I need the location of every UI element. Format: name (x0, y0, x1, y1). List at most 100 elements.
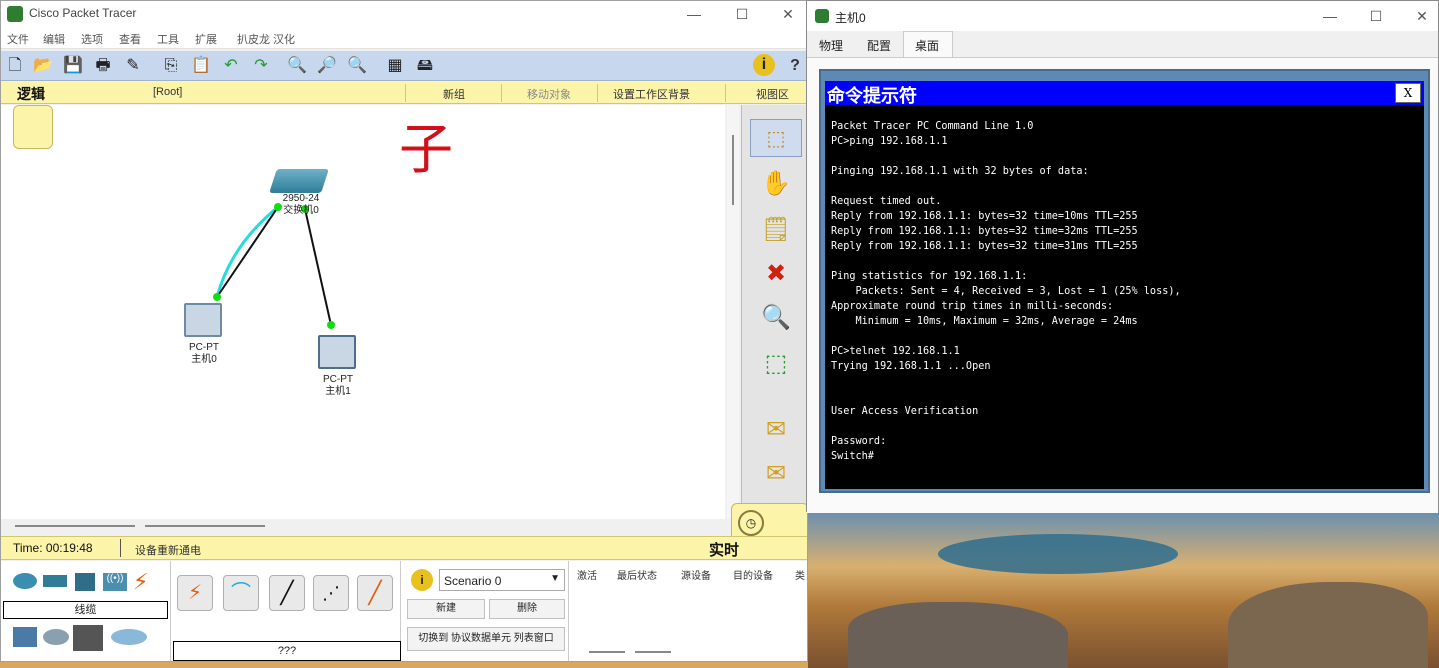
terminal-line: Reply from 192.168.1.1: bytes=32 time=31… (831, 241, 1138, 252)
menu-extensions[interactable]: 扩展 (195, 31, 217, 47)
minimize-icon[interactable]: — (1307, 3, 1353, 29)
hub-category-icon[interactable] (75, 573, 95, 591)
terminal-line: User Access Verification (831, 406, 979, 417)
console-cable-icon[interactable]: ⌒ (223, 575, 259, 611)
switch-icon[interactable] (269, 169, 329, 193)
new-icon[interactable]: 🗋 (3, 54, 27, 78)
root-label[interactable]: [Root] (153, 86, 182, 98)
app-logo-icon (7, 6, 23, 22)
connections-category-icon[interactable]: ⚡ (133, 569, 148, 595)
terminal-output[interactable]: Packet Tracer PC Command Line 1.0 PC>ping… (825, 105, 1424, 489)
move-object-button[interactable]: 移动对象 (527, 86, 571, 102)
viewport-button[interactable]: 视图区 (756, 86, 789, 102)
scroll-thumb[interactable] (15, 525, 135, 527)
wizard-icon[interactable]: ✎ (121, 54, 145, 78)
zoom-in-icon[interactable]: 🔍 (285, 54, 309, 78)
maximize-icon[interactable]: ☐ (1353, 3, 1399, 29)
switch-category-icon[interactable] (43, 575, 67, 587)
tab-physical[interactable]: 物理 (819, 37, 843, 54)
menu-localization[interactable]: 扒皮龙 汉化 (237, 31, 295, 47)
redo-icon[interactable]: ↷ (249, 54, 273, 78)
help-icon[interactable]: ? (783, 54, 807, 78)
maximize-icon[interactable]: ☐ (719, 1, 765, 27)
tab-desktop[interactable]: 桌面 (915, 37, 939, 54)
menu-tools[interactable]: 工具 (157, 31, 179, 47)
col-destination[interactable]: 目的设备 (733, 567, 773, 582)
note-icon[interactable]: 🗒 (750, 211, 802, 249)
wireless-category-icon[interactable]: ((•)) (103, 573, 127, 591)
vertical-scrollbar[interactable] (727, 105, 739, 519)
toggle-pdu-list-button[interactable]: 切换到 协议数据单元 列表窗口 (407, 627, 565, 651)
save-icon[interactable]: 💾 (61, 54, 85, 78)
cable-label: ??? (173, 641, 401, 661)
horizontal-scrollbar[interactable] (1, 519, 741, 535)
end-devices-category-icon[interactable] (13, 627, 37, 647)
logical-workspace[interactable]: 子 2950-24 交换机0 PC-PT 主机0 PC-PT 主机1 (1, 105, 725, 519)
add-simple-pdu-icon[interactable]: ✉ (750, 411, 802, 449)
straight-cable-icon[interactable]: ╱ (269, 575, 305, 611)
pc0-window: 主机0 — ☐ ✕ 物理 配置 桌面 命令提示符 X Packet Tracer… (806, 0, 1439, 513)
custom-device-icon[interactable]: 🖴 (413, 54, 437, 78)
col-last-status[interactable]: 最后状态 (617, 567, 657, 582)
pc0-name: 主机0 (191, 354, 217, 365)
open-icon[interactable]: 📂 (31, 54, 55, 78)
router-category-icon[interactable] (13, 573, 37, 589)
logic-tab-label[interactable]: 逻辑 (17, 84, 45, 104)
tab-config[interactable]: 配置 (867, 37, 891, 54)
new-scenario-button[interactable]: 新建 (407, 599, 485, 619)
pc0-icon[interactable] (184, 303, 222, 337)
workspace-bar: 逻辑 [Root] 新组 移动对象 设置工作区背景 视图区 (1, 82, 807, 104)
auto-cable-icon[interactable]: ⚡ (177, 575, 213, 611)
col-active[interactable]: 激活 (577, 567, 597, 582)
power-cycle-button[interactable]: 设备重新通电 (135, 542, 201, 558)
col-type[interactable]: 类 (795, 567, 805, 582)
cmd-title-bar-blue: 命令提示符 X (825, 81, 1424, 107)
palette-icon[interactable]: ▦ (383, 54, 407, 78)
menu-bar: 文件 编辑 选项 查看 工具 扩展 扒皮龙 汉化 (1, 27, 807, 49)
fiber-cable-icon[interactable]: ╱ (357, 575, 393, 611)
menu-edit[interactable]: 编辑 (43, 31, 65, 47)
ethernet-link-pc0[interactable] (216, 206, 279, 298)
zoom-out-icon[interactable]: 🔍 (345, 54, 369, 78)
close-icon[interactable]: ✕ (1399, 3, 1439, 29)
info-icon[interactable]: i (411, 569, 433, 591)
scroll-thumb[interactable] (732, 135, 734, 205)
copy-icon[interactable]: ⎘ (159, 54, 183, 78)
set-background-button[interactable]: 设置工作区背景 (613, 86, 690, 102)
menu-view[interactable]: 查看 (119, 31, 141, 47)
resize-icon[interactable]: ⬚ (750, 345, 802, 383)
scenario-panel: i Scenario 0 ▼ 新建 删除 切换到 协议数据单元 列表窗口 (403, 561, 569, 661)
undo-icon[interactable]: ↶ (219, 54, 243, 78)
scroll-thumb[interactable] (635, 651, 671, 653)
terminal-line: Trying 192.168.1.1 ...Open (831, 361, 991, 372)
scroll-thumb[interactable] (589, 651, 625, 653)
scroll-thumb[interactable] (145, 525, 265, 527)
scenario-select[interactable]: Scenario 0 ▼ (439, 569, 565, 591)
add-complex-pdu-icon[interactable]: ✉ (750, 455, 802, 493)
cmd-close-button[interactable]: X (1395, 83, 1421, 103)
print-icon[interactable]: 🖶 (91, 54, 115, 78)
new-cluster-button[interactable]: 新组 (443, 86, 465, 102)
wan-emulation-category-icon[interactable] (43, 629, 69, 645)
zoom-reset-icon[interactable]: 🔎 (315, 54, 339, 78)
close-icon[interactable]: ✕ (765, 1, 807, 27)
inspect-icon[interactable]: 🔍 (750, 299, 802, 337)
terminal-line: Switch# (831, 451, 874, 462)
delete-scenario-button[interactable]: 删除 (489, 599, 565, 619)
hand-icon[interactable]: ✋ (750, 165, 802, 203)
info-icon[interactable]: i (753, 54, 775, 76)
crossover-cable-icon[interactable]: ⋰ (313, 575, 349, 611)
pc1-icon[interactable] (318, 335, 356, 369)
menu-options[interactable]: 选项 (81, 31, 103, 47)
col-source[interactable]: 源设备 (681, 567, 711, 582)
custom-devices-category-icon[interactable] (73, 625, 103, 651)
delete-icon[interactable]: ✖ (750, 255, 802, 293)
select-icon[interactable]: ⬚ (750, 119, 802, 157)
minimize-icon[interactable]: — (671, 1, 717, 27)
ethernet-link-pc1[interactable] (304, 208, 332, 326)
multiuser-category-icon[interactable] (111, 629, 147, 645)
cmd-window-title: 主机0 (835, 11, 866, 25)
paste-icon[interactable]: 📋 (189, 54, 213, 78)
menu-file[interactable]: 文件 (7, 31, 29, 47)
